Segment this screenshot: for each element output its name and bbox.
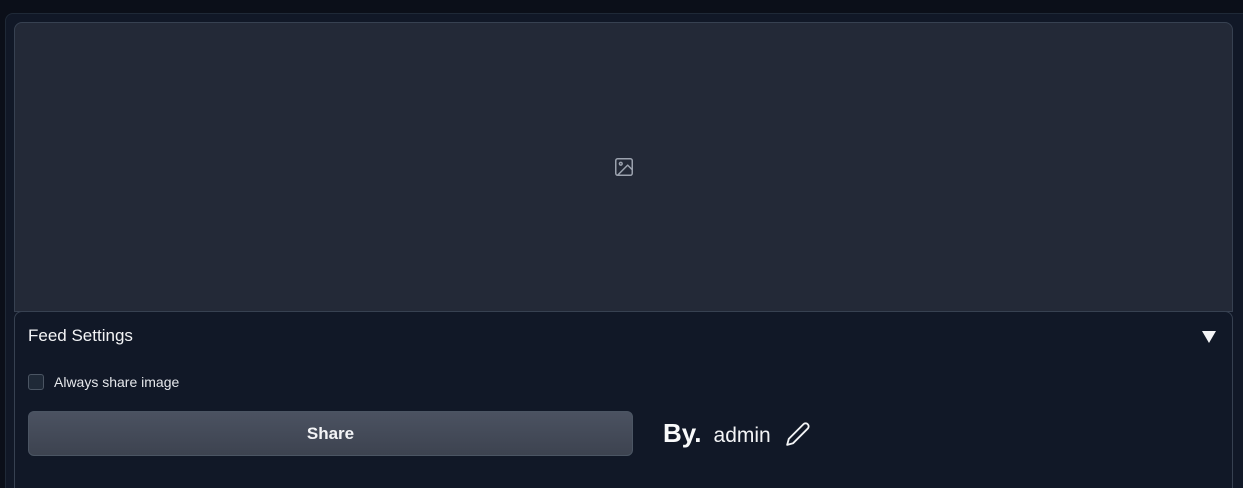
feed-settings-header[interactable]: Feed Settings: [15, 312, 1232, 362]
always-share-row: Always share image: [28, 372, 179, 392]
image-icon: [614, 158, 633, 176]
author-row: By. admin: [663, 416, 811, 452]
by-label: By.: [663, 418, 702, 448]
feed-settings-title: Feed Settings: [28, 326, 133, 345]
share-button[interactable]: Share: [28, 411, 633, 456]
always-share-label[interactable]: Always share image: [54, 374, 179, 390]
author-name: admin: [713, 424, 771, 447]
feed-settings-panel: Feed Settings Always share image Share B…: [14, 311, 1233, 488]
pencil-icon[interactable]: [785, 421, 811, 447]
image-output-panel: [14, 22, 1233, 312]
always-share-checkbox[interactable]: [28, 374, 44, 390]
caret-down-icon[interactable]: [1202, 331, 1216, 343]
